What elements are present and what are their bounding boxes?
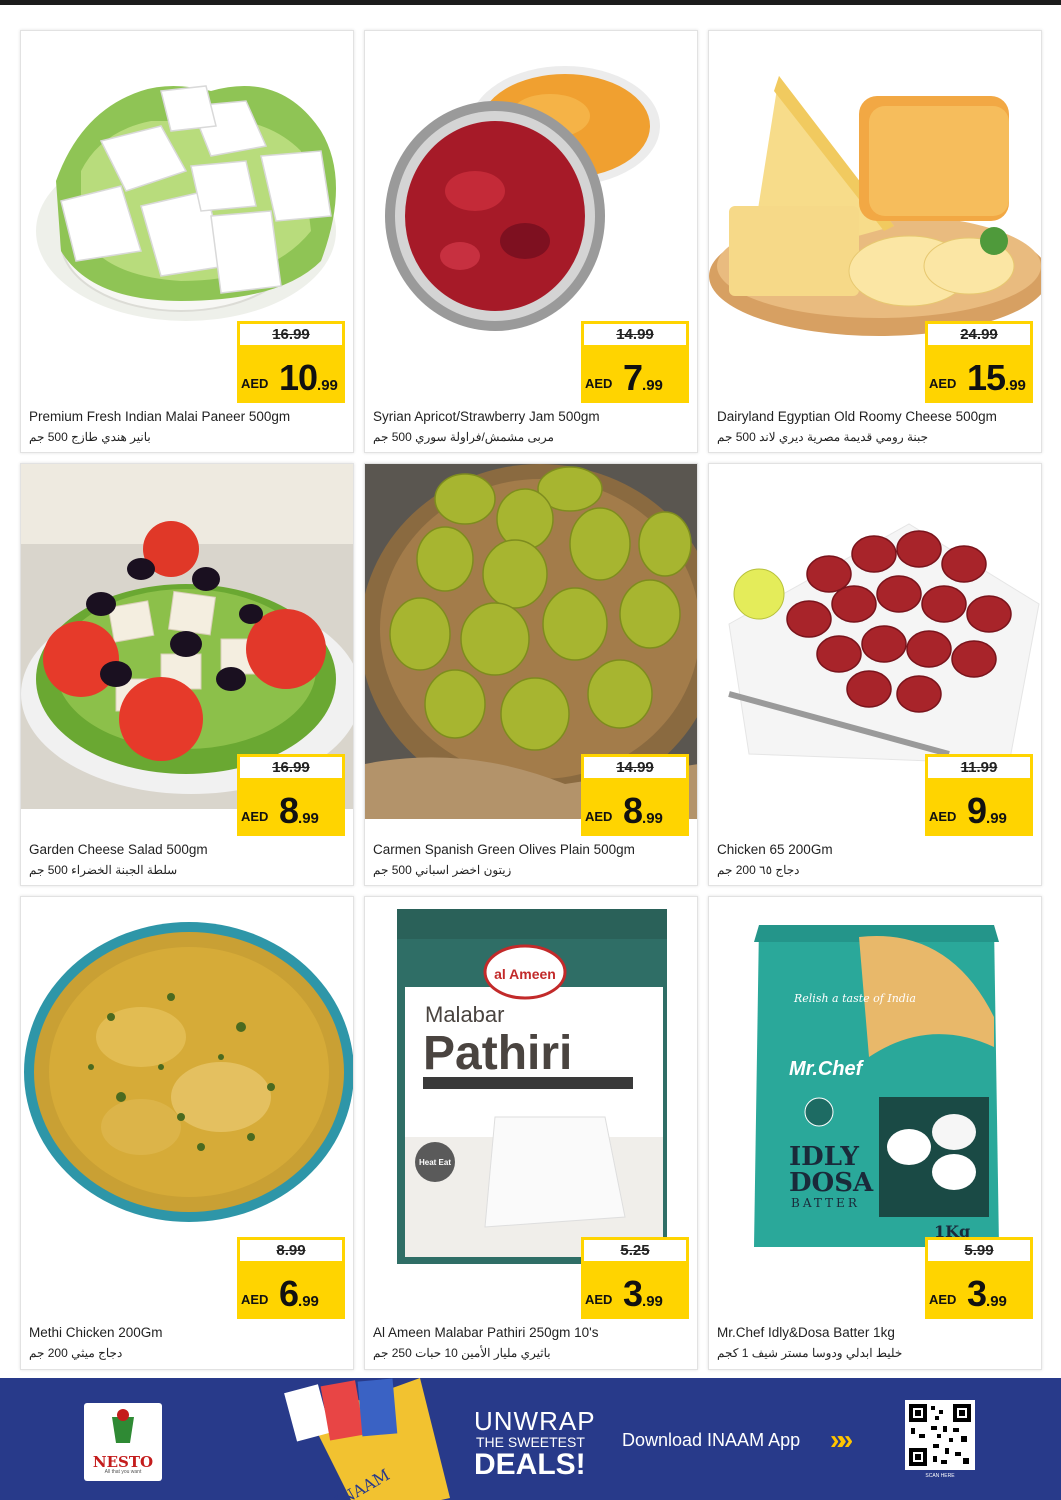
product-card[interactable]: 11.99 AED 9.99 Chicken 65 200Gm دجاج ٦٥ … [708,463,1042,886]
price-tag: 11.99 AED 9.99 [925,754,1033,836]
new-price: AED 3.99 [925,1261,1033,1319]
pack-batter: BATTER [791,1196,860,1210]
new-price: AED 9.99 [925,778,1033,836]
product-name: Garden Cheese Salad 500gm [29,842,208,857]
product-name: Dairyland Egyptian Old Roomy Cheese 500g… [717,409,997,424]
pack-pathiri: Pathiri [423,1027,572,1080]
pack-mrchef: Mr.Chef [789,1058,865,1080]
unwrap-heading: UNWRAP [474,1406,596,1436]
deals-text: DEALS! [474,1448,586,1481]
product-name: Carmen Spanish Green Olives Plain 500gm [373,842,635,857]
price-main: 6.99 [279,1273,319,1314]
price-tag: 16.99 AED 10.99 [237,321,345,403]
product-name: Chicken 65 200Gm [717,842,833,857]
product-name-arabic: باثيري مليار الأمين 10 حبات 250 جم [373,1346,551,1360]
product-card[interactable]: 16.99 AED 10.99 Premium Fresh Indian Mal… [20,30,354,453]
product-name: Premium Fresh Indian Malai Paneer 500gm [29,409,291,424]
product-card[interactable]: 16.99 AED 8.99 Garden Cheese Salad 500gm… [20,463,354,886]
product-card[interactable]: 24.99 AED 15.99 Dairyland Egyptian Old R… [708,30,1042,453]
idly-batter-pack-image: Relish a taste of India Mr.Chef IDLY DOS… [709,897,1041,1267]
inaam-app-promo[interactable]: INAAM [270,1378,450,1500]
top-bar [0,0,1061,5]
footer-banner: NESTO All that you want INAAM UNWRAP THE… [0,1378,1061,1500]
product-name: Methi Chicken 200Gm [29,1325,163,1340]
pack-relish: Relish a taste of India [793,992,916,1005]
currency-label: AED [929,809,957,824]
product-name: Al Ameen Malabar Pathiri 250gm 10's [373,1325,599,1340]
new-price: AED 10.99 [237,345,345,403]
product-name-arabic: دجاج ميثي 200 جم [29,1346,123,1360]
old-price: 24.99 [925,321,1033,345]
price-main: 8.99 [623,790,663,831]
product-card[interactable]: 8.99 AED 6.99 Methi Chicken 200Gm دجاج م… [20,896,354,1370]
new-price: AED 8.99 [237,778,345,836]
old-price: 5.99 [925,1237,1033,1261]
currency-label: AED [241,809,269,824]
pack-malabar: Malabar [425,1002,504,1027]
old-price: 5.25 [581,1237,689,1261]
product-name-arabic: سلطة الجبنة الخضراء 500 جم [29,863,178,877]
currency-label: AED [929,1292,957,1307]
currency-label: AED [585,1292,613,1307]
pack-brand: al Ameen [494,966,556,982]
nesto-logo[interactable]: NESTO All that you want [84,1403,162,1481]
qr-code-icon [909,1404,971,1466]
product-name-arabic: خليط ابدلي ودوسا مستر شيف 1 كجم [717,1346,903,1360]
new-price: AED 15.99 [925,345,1033,403]
new-price: AED 6.99 [237,1261,345,1319]
product-card[interactable]: 14.99 AED 7.99 Syrian Apricot/Strawberry… [364,30,698,453]
price-tag: 5.99 AED 3.99 [925,1237,1033,1319]
new-price: AED 3.99 [581,1261,689,1319]
product-card[interactable]: 14.99 AED 8.99 Carmen Spanish Green Oliv… [364,463,698,886]
new-price: AED 7.99 [581,345,689,403]
pack-heat-eat: Heat Eat [419,1158,451,1167]
price-tag: 16.99 AED 8.99 [237,754,345,836]
pack-dosa: DOSA [789,1168,874,1198]
old-price: 8.99 [237,1237,345,1261]
product-name-arabic: دجاج ٦٥ 200 جم [717,863,800,877]
price-tag: 8.99 AED 6.99 [237,1237,345,1319]
price-tag: 24.99 AED 15.99 [925,321,1033,403]
old-price: 14.99 [581,321,689,345]
methi-chicken-image [21,897,353,1237]
product-name-arabic: بانير هندي طازج 500 جم [29,430,151,444]
currency-label: AED [241,1292,269,1307]
currency-label: AED [585,376,613,391]
product-name-arabic: مربى مشمش/فراولة سوري 500 جم [373,430,554,444]
price-main: 9.99 [967,790,1007,831]
pathiri-pack-image: al Ameen Malabar Pathiri Heat Eat [365,897,697,1267]
price-main: 15.99 [967,357,1026,398]
price-main: 7.99 [623,357,663,398]
logo-tagline: All that you want [104,1469,142,1475]
currency-label: AED [585,809,613,824]
product-name: Mr.Chef Idly&Dosa Batter 1kg [717,1325,895,1340]
new-price: AED 8.99 [581,778,689,836]
price-tag: 14.99 AED 7.99 [581,321,689,403]
basket-icon [112,1409,134,1443]
qr-code[interactable] [905,1400,975,1470]
product-name: Syrian Apricot/Strawberry Jam 500gm [373,409,600,424]
price-tag: 5.25 AED 3.99 [581,1237,689,1319]
price-main: 3.99 [967,1273,1007,1314]
chevron-right-icon: »» [830,1424,853,1455]
currency-label: AED [929,376,957,391]
old-price: 16.99 [237,321,345,345]
price-main: 10.99 [279,357,338,398]
old-price: 14.99 [581,754,689,778]
product-name-arabic: جبنة رومي قديمة مصرية ديري لاند 500 جم [717,430,929,444]
product-name-arabic: زيتون اخضر اسباني 500 جم [373,863,512,877]
price-main: 8.99 [279,790,319,831]
product-card[interactable]: Relish a taste of India Mr.Chef IDLY DOS… [708,896,1042,1370]
old-price: 16.99 [237,754,345,778]
price-main: 3.99 [623,1273,663,1314]
price-tag: 14.99 AED 8.99 [581,754,689,836]
product-card[interactable]: al Ameen Malabar Pathiri Heat Eat 5.25 A… [364,896,698,1370]
qr-caption: SCAN HERE [925,1473,955,1479]
currency-label: AED [241,376,269,391]
download-app-link[interactable]: Download INAAM App [622,1430,800,1451]
old-price: 11.99 [925,754,1033,778]
